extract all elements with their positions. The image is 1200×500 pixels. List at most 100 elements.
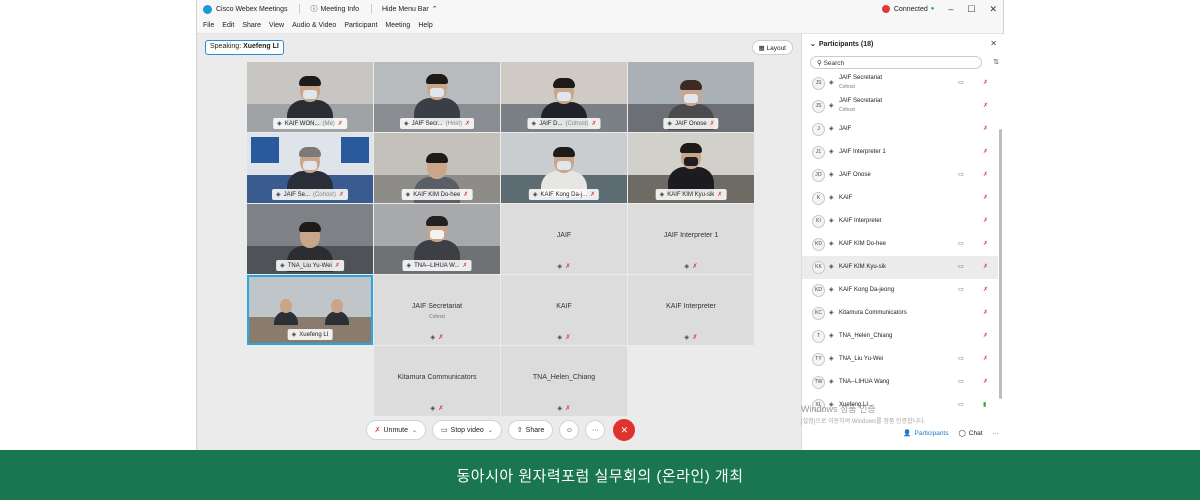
connection-status-icon [881,5,890,13]
video-tile[interactable]: ◈ KAIF Kong Da-j... ✗ [501,133,627,203]
signal-icon: ◈ [829,195,834,201]
avatar-tile[interactable]: JAIF Secretariat Cohost ◈ ✗ [374,275,500,345]
participant-row[interactable]: JS ◈ JAIF Secretariat Cohost ✗ [802,95,998,118]
stop-video-label: Stop video [450,426,484,434]
layout-button[interactable]: ▦ Layout [751,40,793,55]
mic-muted-icon[interactable]: ✗ [983,125,988,132]
maximize-icon[interactable]: ☐ [967,4,975,15]
panel-more-button[interactable]: ··· [993,430,1000,437]
mic-muted-icon[interactable]: ✗ [983,332,988,339]
mic-muted-icon[interactable]: ✗ [983,79,988,86]
mic-muted-icon: ✗ [565,334,571,341]
participant-row[interactable]: JS ◈ JAIF Secretariat Cohost ▭ ✗ [802,72,998,95]
participant-row[interactable]: T ◈ TNA_Helen_Chiang ✗ [802,325,998,348]
menu-edit[interactable]: Edit [222,22,234,29]
tile-status-icons: ◈ ✗ [628,262,754,270]
minimize-icon[interactable]: – [948,4,953,14]
participant-row[interactable]: K ◈ KAIF ✗ [802,187,998,210]
participant-row[interactable]: KC ◈ Kitamura Communicators ✗ [802,302,998,325]
backdrop-banner [341,137,369,163]
avatar-tile[interactable]: TNA_Helen_Chiang ◈ ✗ [501,346,627,416]
camera-icon: ▭ [958,241,964,247]
signal-icon: ◈ [829,264,834,270]
mic-muted-icon[interactable]: ✗ [983,102,988,109]
reactions-button[interactable]: ☺ [559,420,580,440]
leave-meeting-button[interactable]: ✕ [613,419,636,441]
signal-icon: ◈ [684,334,690,341]
active-speaker-tile[interactable]: ◈ Xuefeng LI [247,275,373,345]
participant-row[interactable]: KD ◈ KAIF Kong Da-jeong ▭ ✗ [802,279,998,302]
signal-icon: ◈ [829,149,834,155]
menu-audio-video[interactable]: Audio & Video [292,22,336,29]
share-button[interactable]: ⇧ Share [507,420,554,440]
window-controls: Connected ● – ☐ ✕ [881,0,997,18]
mic-muted-icon: ✗ [338,192,345,198]
participant-search-input[interactable]: ⚲ Search [810,56,982,69]
tile-nametag: ◈ TNA--LIHUA W... ✗ [402,260,472,271]
mic-muted-icon[interactable]: ✗ [983,240,988,247]
scrollbar[interactable] [999,129,1002,399]
video-tile[interactable]: ◈ TNA--LIHUA W... ✗ [374,204,500,274]
mic-muted-icon[interactable]: ✗ [983,355,988,362]
video-tile[interactable]: ◈ KAIF WON... (Me) ✗ [247,62,373,132]
unmute-button[interactable]: ✗ Unmute ⌄ [365,420,427,440]
signal-icon: ◈ [277,121,282,127]
participant-row[interactable]: KD ◈ KAIF KIM Do-hee ▭ ✗ [802,233,998,256]
video-tile[interactable]: ◈ JAIF D... (Cohost) ✗ [501,62,627,132]
participant-row[interactable]: TY ◈ TNA_Liu Yu-Wei ▭ ✗ [802,348,998,371]
chat-tab-button[interactable]: ◯ Chat [958,429,982,438]
participant-row[interactable]: J1 ◈ JAIF Interpreter 1 ✗ [802,141,998,164]
mic-muted-icon[interactable]: ✗ [983,194,988,201]
menu-view[interactable]: View [269,22,284,29]
signal-icon: ◈ [291,332,297,338]
mic-active-icon[interactable]: ▮ [983,401,986,408]
close-window-icon[interactable]: ✕ [989,4,997,15]
stop-video-button[interactable]: ▭ Stop video ⌄ [432,420,502,440]
avatar: KD [812,238,825,251]
sort-icon[interactable]: ⇅ [993,58,999,66]
mic-muted-icon[interactable]: ✗ [983,148,988,155]
participant-row[interactable]: JO ◈ JAIF Onose ▭ ✗ [802,164,998,187]
avatar-tile[interactable]: KAIF Interpreter ◈ ✗ [628,275,754,345]
participant-row[interactable]: TW ◈ TNA--LIHUA Wang ▭ ✗ [802,371,998,394]
signal-icon: ◈ [829,172,834,178]
share-label: Share [525,426,545,434]
signal-icon: ◈ [829,103,834,109]
tile-role: (Me) [322,120,335,127]
participant-row[interactable]: J ◈ JAIF ✗ [802,118,998,141]
chevron-down-icon[interactable]: ⌄ [810,41,816,48]
video-tile[interactable]: ◈ JAIF Secr... (Host) ✗ [374,62,500,132]
avatar-tile[interactable]: KAIF ◈ ✗ [501,275,627,345]
avatar-tile[interactable]: JAIF Interpreter 1 ◈ ✗ [628,204,754,274]
speaking-name: Xuefeng LI [243,43,279,50]
menu-help[interactable]: Help [418,22,432,29]
avatar-tile[interactable]: Kitamura Communicators ◈ ✗ [374,346,500,416]
video-tile[interactable]: ◈ KAIF KIM Kyu-sik ✗ [628,133,754,203]
video-tile[interactable]: ◈ JAIF Onose ✗ [628,62,754,132]
mic-muted-icon[interactable]: ✗ [983,263,988,270]
video-tile[interactable]: ◈ TNA_Liu Yu-Wei ✗ [247,204,373,274]
participant-row[interactable]: KK ◈ KAIF KIM Kyu-sik ▭ ✗ [802,256,998,279]
tile-name: TNA--LIHUA W... [414,262,460,269]
hide-menu-bar-label: Hide Menu Bar [382,5,429,13]
more-options-button[interactable]: ··· [585,420,606,440]
mic-muted-icon[interactable]: ✗ [983,217,988,224]
mic-muted-icon[interactable]: ✗ [983,286,988,293]
participant-row[interactable]: KI ◈ KAIF Interpreter ✗ [802,210,998,233]
menu-file[interactable]: File [203,22,214,29]
close-panel-icon[interactable]: ✕ [990,39,997,48]
meeting-info-button[interactable]: ⓘ Meeting Info [310,4,359,14]
mic-muted-icon[interactable]: ✗ [983,309,988,316]
tile-name: JAIF Se... [283,191,310,198]
menu-meeting[interactable]: Meeting [385,22,410,29]
signal-icon: ◈ [829,126,834,132]
menu-participant[interactable]: Participant [344,22,377,29]
mic-muted-icon[interactable]: ✗ [983,171,988,178]
participants-tab-button[interactable]: 👤 Participants [903,429,948,438]
hide-menu-bar-button[interactable]: Hide Menu Bar ⌃ [382,5,438,14]
video-tile[interactable]: ◈ KAIF KIM Do-hee ✗ [374,133,500,203]
avatar-tile[interactable]: JAIF ◈ ✗ [501,204,627,274]
video-tile[interactable]: ◈ JAIF Se... (Cohost) ✗ [247,133,373,203]
mic-muted-icon[interactable]: ✗ [983,378,988,385]
menu-share[interactable]: Share [242,22,261,29]
